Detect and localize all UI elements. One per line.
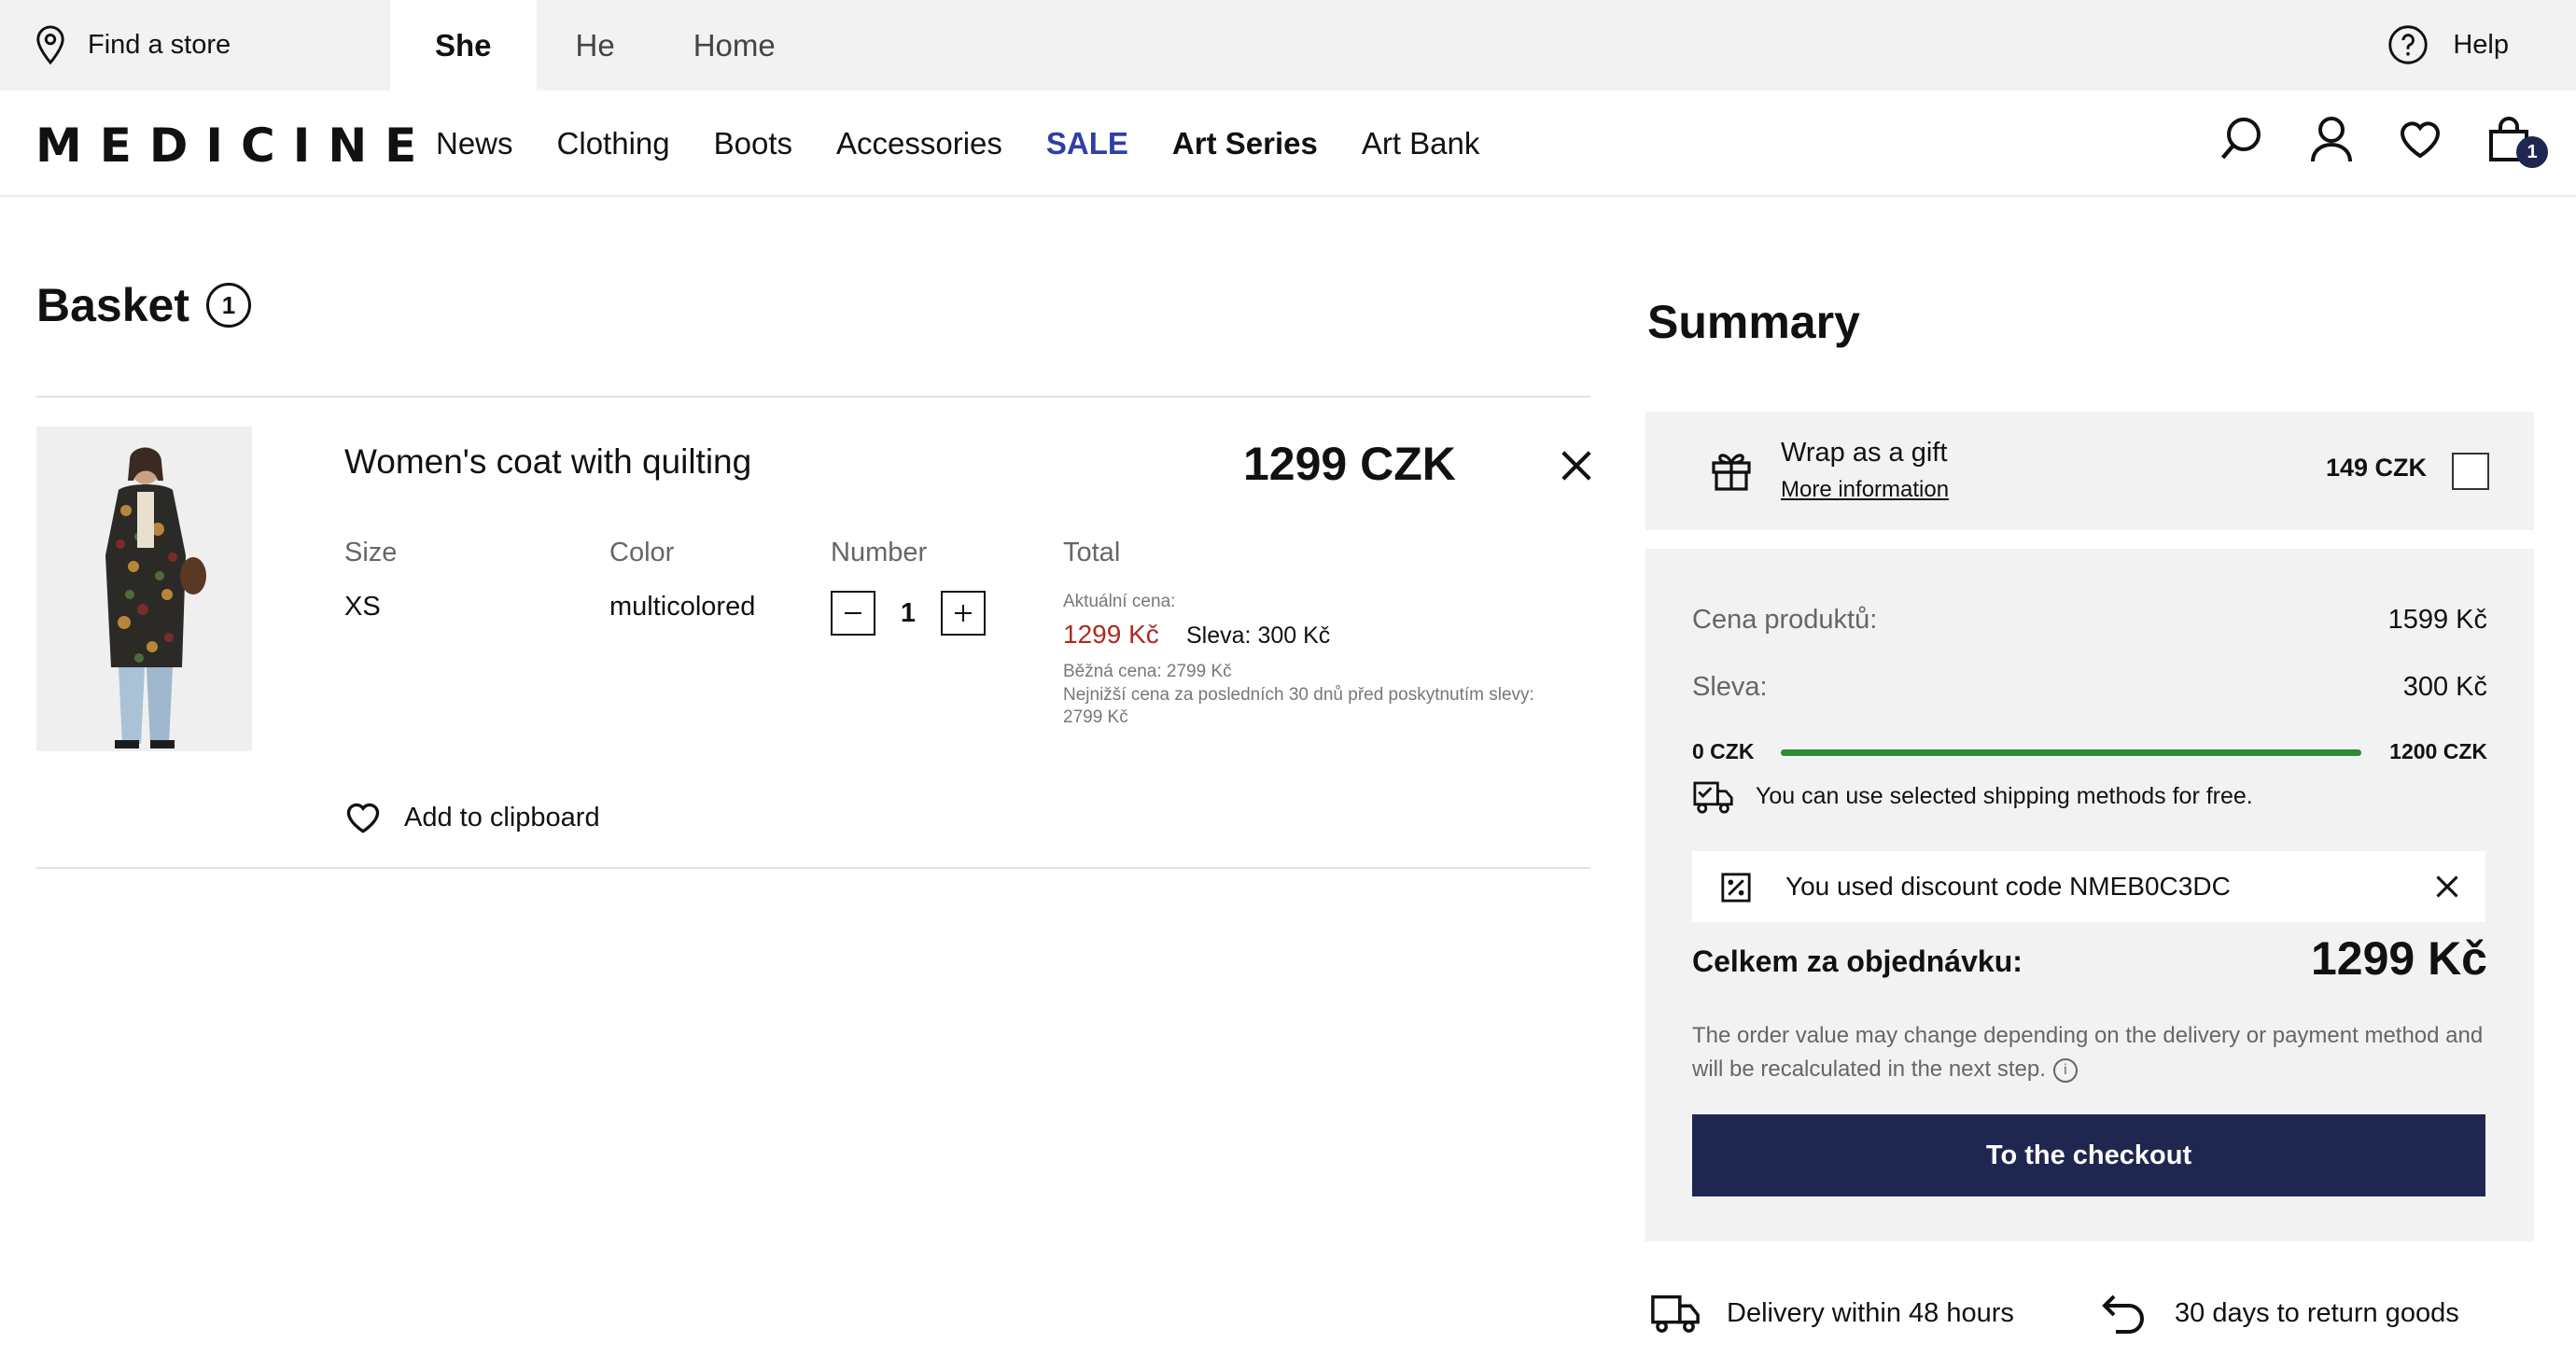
return-arrow-icon (2102, 1294, 2144, 1334)
divider (36, 867, 1590, 869)
gift-icon (1712, 454, 1751, 491)
item-discount-label: Sleva: (1186, 623, 1252, 649)
tab-he[interactable]: He (537, 0, 654, 91)
help-link[interactable]: Help (2387, 21, 2509, 69)
delivery-perk-text: Delivery within 48 hours (1727, 1297, 2014, 1328)
minus-icon (845, 612, 861, 614)
remove-discount-close-icon[interactable] (2434, 874, 2460, 900)
size-label: Size (344, 538, 398, 567)
basket-heading: Basket 1 (36, 278, 251, 332)
basket-title: Basket (36, 279, 189, 331)
free-shipping-note: You can use selected shipping methods fo… (1692, 776, 2253, 816)
heart-icon[interactable] (2398, 115, 2443, 163)
add-to-clipboard-label: Add to clipboard (404, 802, 600, 832)
user-icon[interactable] (2309, 115, 2354, 163)
order-summary-panel: Cena produktů: 1599 Kč Sleva: 300 Kč 0 C… (1645, 549, 2534, 1241)
top-utility-bar: Find a store She He Home Help (0, 0, 2576, 91)
help-icon (2388, 25, 2429, 64)
nav-accessories[interactable]: Accessories (836, 126, 1002, 161)
gift-wrap-label: Wrap as a gift (1781, 438, 1948, 468)
search-icon[interactable] (2219, 115, 2264, 163)
item-discount: Sleva: 300 Kč (1186, 623, 1330, 650)
logo[interactable]: MEDICINE (35, 119, 434, 173)
heart-outline-icon (346, 803, 380, 833)
color-value: multicolored (609, 592, 756, 622)
returns-perk: 30 days to return goods (2098, 1291, 2459, 1336)
quantity-decrease-button[interactable] (831, 591, 875, 636)
product-photo-coat (36, 427, 252, 751)
order-total-label: Celkem za objednávku: (1692, 944, 2023, 978)
gift-wrap-price: 149 CZK (2326, 454, 2428, 482)
free-shipping-text: You can use selected shipping methods fo… (1756, 782, 2253, 809)
plus-icon (955, 605, 972, 622)
nav-sale[interactable]: SALE (1046, 126, 1128, 161)
regular-price: Běžná cena: 2799 Kč (1063, 662, 1232, 681)
color-label: Color (609, 538, 675, 567)
find-store-link[interactable]: Find a store (34, 21, 231, 69)
nav-links: News Clothing Boots Accessories SALE Art… (436, 91, 1523, 197)
lowest-price-line-1: Nejnižší cena za posledních 30 dnů před … (1063, 685, 1534, 705)
size-value: XS (344, 592, 381, 622)
nav-art-bank[interactable]: Art Bank (1362, 126, 1480, 161)
location-pin-icon (36, 25, 64, 65)
cart-count-badge: 1 (2516, 136, 2548, 168)
percent-tag-icon (1721, 873, 1751, 902)
products-price-label: Cena produktů: (1692, 605, 1878, 635)
free-shipping-progress-bar (1781, 749, 2361, 756)
free-shipping-progress-fill (1781, 749, 2361, 756)
lowest-price-line-2: 2799 Kč (1063, 707, 1128, 727)
item-discount-value: 300 Kč (1257, 623, 1331, 649)
products-price-value: 1599 Kč (2387, 605, 2487, 635)
nav-boots[interactable]: Boots (714, 126, 792, 161)
discount-code-text: You used discount code NMEB0C3DC (1785, 872, 2231, 901)
quantity-stepper: 1 (831, 591, 986, 636)
add-to-clipboard-button[interactable]: Add to clipboard (344, 801, 600, 834)
product-image[interactable] (36, 427, 252, 751)
basket-count-badge: 1 (206, 283, 251, 328)
gift-wrap-panel: Wrap as a gift More information 149 CZK (1645, 412, 2534, 530)
product-price: 1299 CZK (1243, 438, 1456, 490)
returns-perk-text: 30 days to return goods (2175, 1297, 2459, 1328)
number-label: Number (831, 538, 928, 567)
product-name[interactable]: Women's coat with quilting (344, 442, 751, 482)
remove-item-close-icon[interactable] (1559, 448, 1594, 483)
recalculation-note-text: The order value may change depending on … (1692, 1023, 2484, 1082)
main-navigation: MEDICINE News Clothing Boots Accessories… (0, 91, 2576, 197)
summary-discount-value: 300 Kč (2402, 672, 2487, 702)
gift-more-info-link[interactable]: More information (1781, 477, 1949, 503)
checkout-button[interactable]: To the checkout (1692, 1114, 2485, 1196)
order-total-value: 1299 Kč (2310, 932, 2487, 985)
free-shipping-max-label: 1200 CZK (2389, 739, 2487, 763)
summary-discount-label: Sleva: (1692, 672, 1768, 702)
tab-she[interactable]: She (390, 0, 537, 91)
delivery-perk: Delivery within 48 hours (1650, 1291, 2014, 1336)
info-icon[interactable]: i (2052, 1057, 2078, 1083)
gift-wrap-checkbox[interactable] (2452, 453, 2489, 490)
recalculation-note: The order value may change depending on … (1692, 1019, 2504, 1086)
summary-title: Summary (1647, 296, 1860, 348)
nav-art-series[interactable]: Art Series (1172, 126, 1318, 161)
quantity-value[interactable]: 1 (875, 598, 941, 629)
help-label: Help (2453, 29, 2509, 60)
nav-news[interactable]: News (436, 126, 513, 161)
quantity-increase-button[interactable] (941, 591, 986, 636)
gender-tabs: She He Home (390, 0, 815, 91)
tab-home[interactable]: Home (654, 0, 815, 91)
divider (36, 396, 1590, 398)
delivery-truck-icon (1693, 781, 1733, 814)
current-price-value: 1299 Kč (1063, 620, 1159, 649)
nav-clothing[interactable]: Clothing (557, 126, 670, 161)
find-store-label: Find a store (88, 29, 231, 60)
total-label: Total (1063, 538, 1121, 567)
current-price-label: Aktuální cena: (1063, 592, 1176, 611)
free-shipping-min-label: 0 CZK (1692, 739, 1755, 763)
discount-code-banner: You used discount code NMEB0C3DC (1692, 851, 2485, 922)
delivery-truck-icon (1651, 1294, 1700, 1333)
